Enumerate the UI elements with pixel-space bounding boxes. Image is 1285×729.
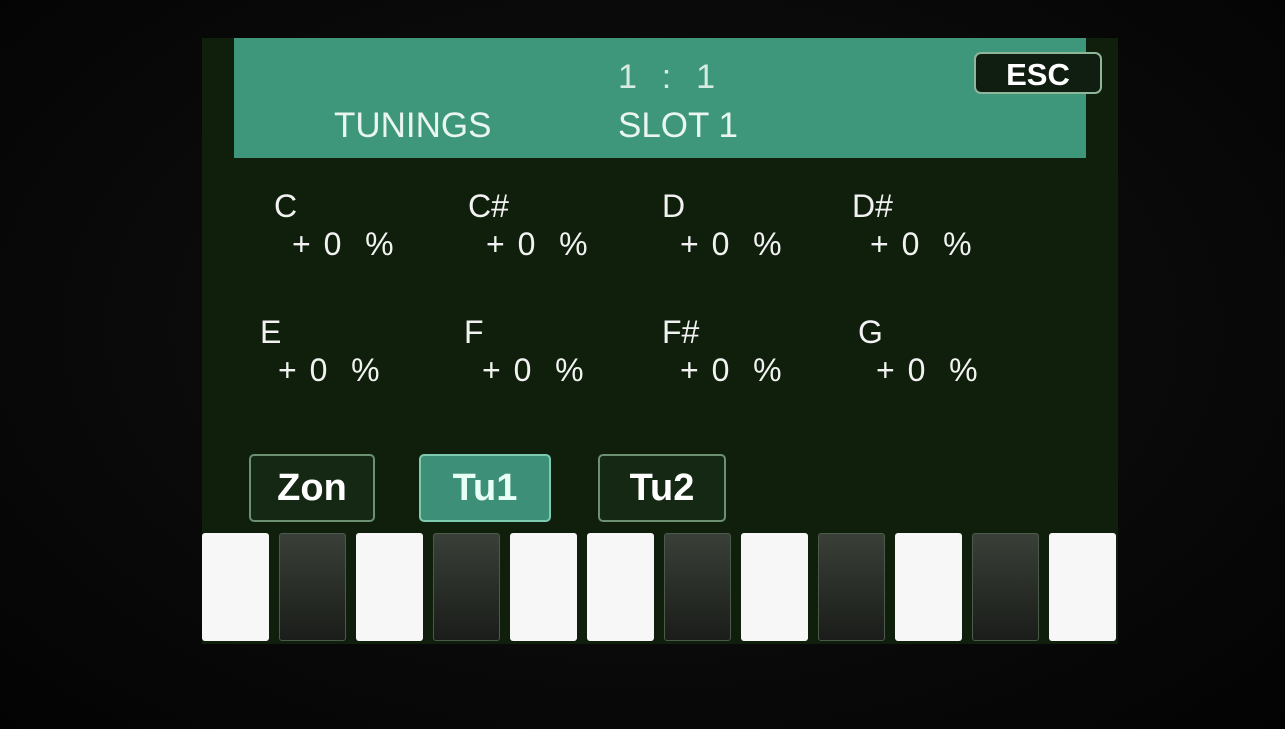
black-key[interactable]	[664, 533, 731, 641]
note-name: D#	[852, 188, 893, 224]
white-key[interactable]	[356, 533, 423, 641]
position-readout: 1 : 1	[618, 58, 718, 96]
note-name: G	[858, 314, 883, 350]
note-value: + 0 %	[876, 352, 980, 388]
tab-zon[interactable]: Zon	[249, 454, 375, 522]
note-name: C#	[468, 188, 509, 224]
piano-keyboard[interactable]	[202, 533, 1118, 644]
tab-tu2[interactable]: Tu2	[598, 454, 726, 522]
black-key[interactable]	[972, 533, 1039, 641]
note-value: + 0 %	[870, 226, 974, 262]
header-bar: 1 : 1 TUNINGS SLOT 1 ESC	[234, 38, 1102, 158]
esc-button[interactable]: ESC	[974, 52, 1102, 94]
note-value: + 0 %	[680, 226, 784, 262]
white-key[interactable]	[1049, 533, 1116, 641]
note-name: F#	[662, 314, 700, 350]
white-key[interactable]	[510, 533, 577, 641]
white-key[interactable]	[202, 533, 269, 641]
note-name: C	[274, 188, 298, 224]
lcd-screen: 1 : 1 TUNINGS SLOT 1 ESC C + 0 % C# + 0 …	[202, 38, 1118, 644]
white-key[interactable]	[587, 533, 654, 641]
black-key[interactable]	[433, 533, 500, 641]
tab-tu1[interactable]: Tu1	[419, 454, 551, 522]
black-key[interactable]	[818, 533, 885, 641]
page-title: TUNINGS	[334, 106, 492, 145]
note-name: E	[260, 314, 282, 350]
slot-label: SLOT 1	[618, 106, 738, 145]
white-key[interactable]	[741, 533, 808, 641]
note-value: + 0 %	[482, 352, 586, 388]
note-name: D	[662, 188, 686, 224]
white-key[interactable]	[895, 533, 962, 641]
note-value: + 0 %	[292, 226, 396, 262]
note-value: + 0 %	[278, 352, 382, 388]
note-value: + 0 %	[680, 352, 784, 388]
note-name: F	[464, 314, 484, 350]
black-key[interactable]	[279, 533, 346, 641]
note-value: + 0 %	[486, 226, 590, 262]
